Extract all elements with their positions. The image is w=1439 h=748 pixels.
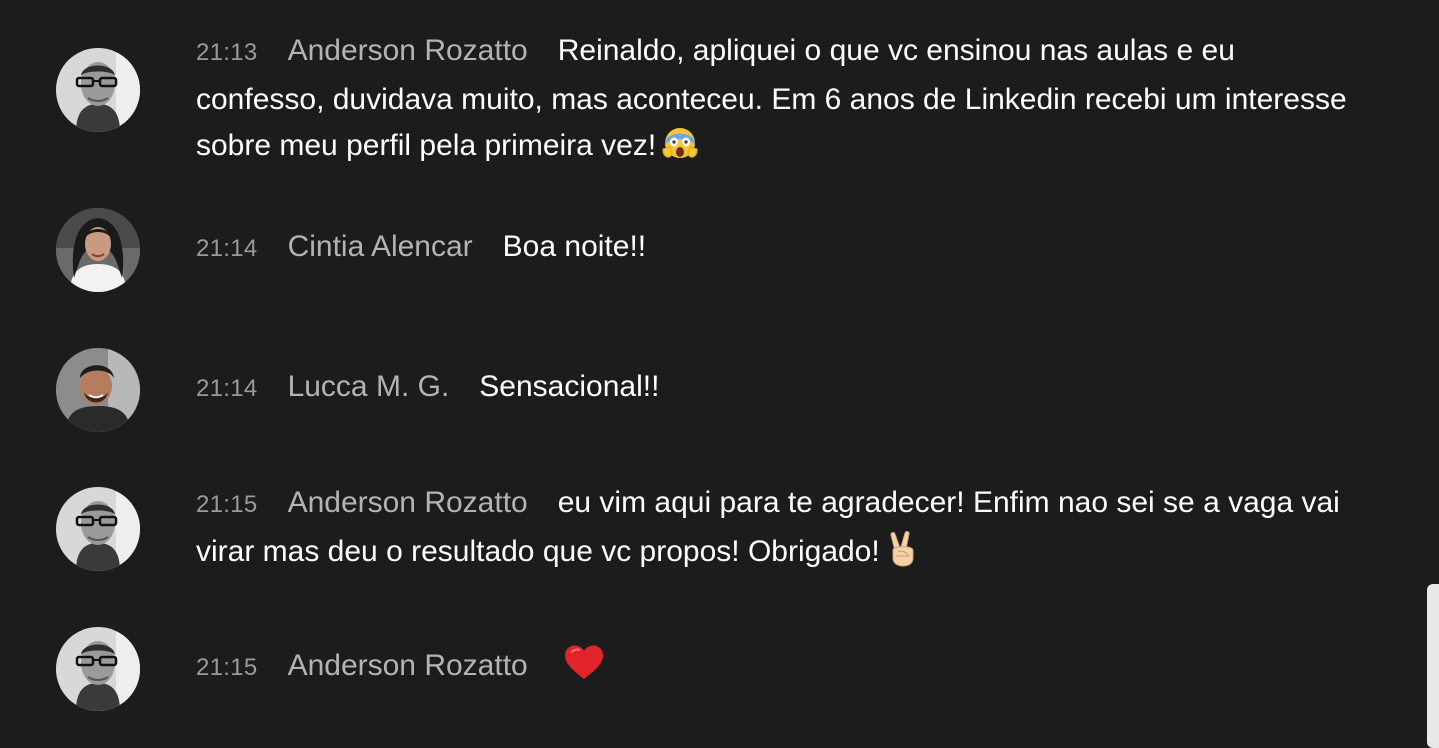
message-body: 21:15 Anderson Rozatto eu vim aqui para te…: [196, 480, 1366, 581]
chat-message-list[interactable]: 21:13 Anderson Rozatto Reinaldo, apliquei …: [0, 0, 1439, 748]
avatar-image: [56, 348, 140, 432]
avatar-image: [56, 48, 140, 132]
message-author[interactable]: Cintia Alencar: [288, 230, 473, 263]
message-text: Sensacional!!: [479, 370, 660, 403]
message-timestamp: 21:15: [196, 654, 258, 681]
message-author[interactable]: Lucca M. G.: [288, 370, 450, 403]
message-timestamp: 21:14: [196, 235, 258, 262]
avatar[interactable]: [56, 627, 140, 711]
avatar[interactable]: [56, 48, 140, 132]
avatar-image: [56, 208, 140, 292]
message-timestamp: 21:13: [196, 39, 258, 66]
avatar[interactable]: [56, 208, 140, 292]
scrollbar-thumb[interactable]: [1427, 584, 1439, 748]
message-author[interactable]: Anderson Rozatto: [288, 34, 528, 67]
avatar[interactable]: [56, 348, 140, 432]
message-timestamp: 21:14: [196, 375, 258, 402]
message-body: 21:14 Cintia Alencar Boa noite!!: [196, 224, 1366, 273]
message-author[interactable]: Anderson Rozatto: [288, 486, 528, 519]
message-author[interactable]: Anderson Rozatto: [288, 649, 528, 682]
avatar-image: [56, 487, 140, 571]
avatar[interactable]: [56, 487, 140, 571]
message-body: 21:13 Anderson Rozatto Reinaldo, apliquei …: [196, 28, 1366, 176]
red-heart-icon: [564, 645, 604, 696]
avatar-image: [56, 627, 140, 711]
message-body: 21:15 Anderson Rozatto: [196, 643, 1366, 696]
message-timestamp: 21:15: [196, 491, 258, 518]
victory-hand-icon: [886, 530, 920, 582]
message-body: 21:14 Lucca M. G. Sensacional!!: [196, 364, 1366, 413]
screaming-face-icon: [662, 127, 698, 176]
message-text: Boa noite!!: [502, 230, 647, 263]
